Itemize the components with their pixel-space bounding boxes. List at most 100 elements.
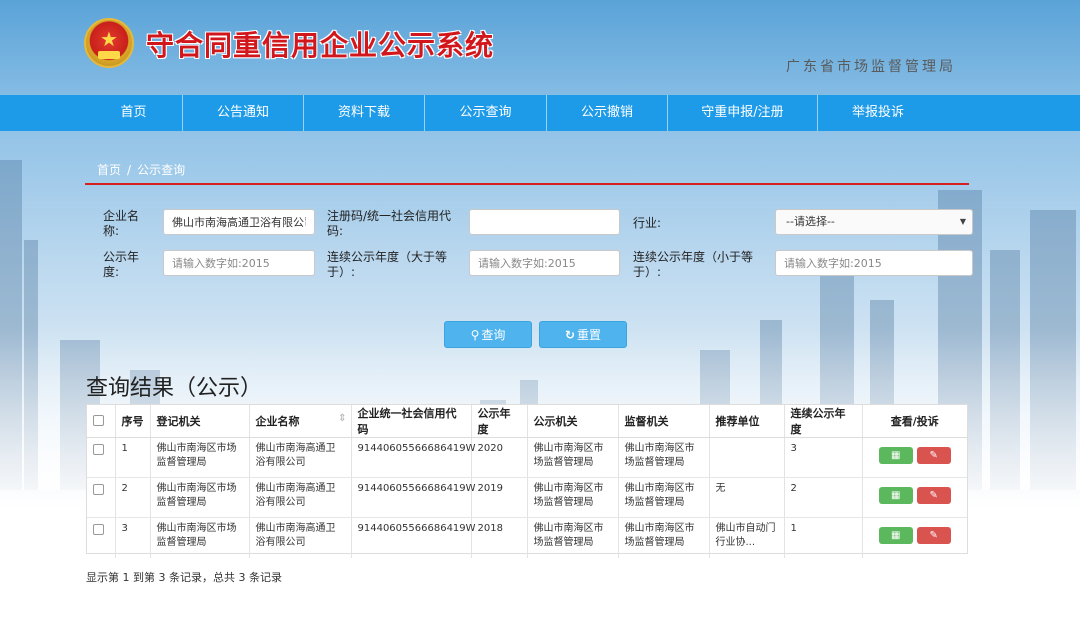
nav-home[interactable]: 首页: [85, 95, 183, 131]
industry-select-value: --请选择--: [786, 215, 835, 228]
cell-company-name: 佛山市南海高通卫浴有限公司: [249, 437, 352, 478]
results-table: 序号 登记机关 企业名称 企业统一社会信用代码 公示年度 公示机关 监督机关 推…: [86, 404, 968, 558]
cell-public-authority: 佛山市南海区市场监督管理局: [527, 437, 619, 478]
col-public-authority[interactable]: 公示机关: [527, 405, 619, 438]
nav-apply-register[interactable]: 守重申报/注册: [668, 95, 818, 131]
cell-public-year: 2020: [471, 437, 528, 478]
col-index: 序号: [115, 405, 151, 438]
cell-index: 3: [115, 517, 151, 558]
view-button[interactable]: ▦: [878, 527, 913, 544]
row-checkbox[interactable]: [93, 484, 104, 495]
view-button[interactable]: ▦: [878, 487, 913, 504]
breadcrumb-current: 公示查询: [137, 163, 186, 177]
col-company-name[interactable]: 企业名称: [249, 405, 352, 438]
nav-public-query[interactable]: 公示查询: [425, 95, 547, 131]
breadcrumb: 首页 / 公示查询: [97, 161, 185, 178]
search-button[interactable]: ⚲ 查询: [444, 321, 532, 348]
year-input[interactable]: [163, 250, 315, 276]
col-continuous-years[interactable]: 连续公示年度: [784, 405, 863, 438]
cell-continuous-years: 1: [784, 517, 863, 558]
breadcrumb-separator: /: [127, 163, 132, 177]
col-registration-authority[interactable]: 登记机关: [150, 405, 250, 438]
row-select-cell: [87, 477, 116, 518]
col-public-year[interactable]: 公示年度: [471, 405, 528, 438]
site-header: ★ 守合同重信用企业公示系统 广东省市场监督管理局: [0, 0, 1080, 95]
cell-recommending-unit: [709, 437, 785, 478]
continuous-year-max-label: 连续公示年度（小于等 于）:: [633, 250, 754, 279]
edit-icon: ✎: [929, 530, 938, 541]
cell-credit-code: 91440605566686419W: [351, 437, 476, 478]
nav-report-complaint[interactable]: 举报投诉: [818, 95, 938, 131]
cell-credit-code: 91440605566686419W: [351, 517, 476, 558]
row-checkbox[interactable]: [93, 524, 104, 535]
row-checkbox[interactable]: [93, 444, 104, 455]
cell-supervising-authority: 佛山市南海区市场监督管理局: [618, 477, 710, 518]
row-select-cell: [87, 437, 116, 478]
refresh-icon: ↻: [564, 328, 576, 342]
col-recommending-unit[interactable]: 推荐单位: [709, 405, 785, 438]
continuous-year-min-label: 连续公示年度（大于等 于）:: [327, 250, 448, 279]
pagination-summary: 显示第 1 到第 3 条记录，总共 3 条记录: [86, 571, 282, 584]
search-icon: ⚲: [470, 328, 480, 342]
company-name-label: 企业名 称:: [103, 209, 140, 238]
view-icon: ▦: [891, 530, 901, 541]
cell-recommending-unit: 无: [709, 477, 785, 518]
cell-index: 2: [115, 477, 151, 518]
section-divider: [85, 183, 969, 185]
credit-code-input[interactable]: [469, 209, 620, 235]
table-header-row: 序号 登记机关 企业名称 企业统一社会信用代码 公示年度 公示机关 监督机关 推…: [87, 405, 967, 438]
cell-actions: ▦ ✎: [862, 477, 967, 518]
continuous-year-min-input[interactable]: [469, 250, 620, 276]
table-row: 2 佛山市南海区市场监督管理局 佛山市南海高通卫浴有限公司 9144060556…: [87, 477, 967, 518]
edit-icon: ✎: [929, 490, 938, 501]
col-supervising-authority[interactable]: 监督机关: [618, 405, 710, 438]
chevron-down-icon: ▼: [959, 217, 966, 226]
col-credit-code[interactable]: 企业统一社会信用代码: [351, 405, 472, 438]
nav-downloads[interactable]: 资料下载: [304, 95, 425, 131]
industry-select[interactable]: --请选择-- ▼: [775, 209, 973, 235]
breadcrumb-home[interactable]: 首页: [97, 163, 121, 177]
cell-registration-authority: 佛山市南海区市场监督管理局: [150, 437, 250, 478]
results-title: 查询结果（公示）: [86, 376, 263, 401]
view-icon: ▦: [891, 490, 901, 501]
cell-actions: ▦ ✎: [862, 518, 967, 558]
industry-label: 行业:: [633, 216, 662, 230]
cell-continuous-years: 3: [784, 437, 863, 478]
company-name-input[interactable]: [163, 209, 315, 235]
cell-registration-authority: 佛山市南海区市场监督管理局: [150, 477, 250, 518]
cell-public-year: 2019: [471, 477, 528, 518]
cell-supervising-authority: 佛山市南海区市场监督管理局: [618, 437, 710, 478]
year-label: 公示年 度:: [103, 250, 140, 279]
continuous-year-max-input[interactable]: [775, 250, 973, 276]
cell-continuous-years: 2: [784, 477, 863, 518]
cell-credit-code: 91440605566686419W: [351, 477, 476, 518]
view-icon: ▦: [891, 450, 901, 461]
cell-recommending-unit: 佛山市自动门行业协...: [709, 517, 785, 558]
site-title: 守合同重信用企业公示系统: [146, 29, 495, 62]
nav-notices[interactable]: 公告通知: [183, 95, 304, 131]
cell-registration-authority: 佛山市南海区市场监督管理局: [150, 517, 250, 558]
cell-company-name: 佛山市南海高通卫浴有限公司: [249, 477, 352, 518]
edit-icon: ✎: [929, 450, 938, 461]
reset-button[interactable]: ↻ 重置: [539, 321, 627, 348]
select-all-cell: [87, 405, 116, 438]
credit-code-label: 注册码/统一社会信用代 码:: [327, 209, 452, 238]
table-row: 3 佛山市南海区市场监督管理局 佛山市南海高通卫浴有限公司 9144060556…: [87, 517, 967, 558]
complain-button[interactable]: ✎: [916, 447, 951, 464]
row-select-cell: [87, 517, 116, 558]
cell-actions: ▦ ✎: [862, 437, 967, 478]
col-view-complain: 查看/投诉: [862, 405, 967, 438]
complain-button[interactable]: ✎: [916, 487, 951, 504]
select-all-checkbox[interactable]: [93, 415, 104, 426]
cell-public-authority: 佛山市南海区市场监督管理局: [527, 517, 619, 558]
nav-public-revoke[interactable]: 公示撤销: [547, 95, 668, 131]
complain-button[interactable]: ✎: [916, 527, 951, 544]
cell-public-authority: 佛山市南海区市场监督管理局: [527, 477, 619, 518]
agency-name: 广东省市场监督管理局: [786, 59, 956, 75]
view-button[interactable]: ▦: [878, 447, 913, 464]
cell-public-year: 2018: [471, 517, 528, 558]
cell-index: 1: [115, 437, 151, 478]
cell-supervising-authority: 佛山市南海区市场监督管理局: [618, 517, 710, 558]
main-nav: 首页 公告通知 资料下载 公示查询 公示撤销 守重申报/注册 举报投诉: [0, 95, 1080, 131]
table-row: 1 佛山市南海区市场监督管理局 佛山市南海高通卫浴有限公司 9144060556…: [87, 437, 967, 478]
